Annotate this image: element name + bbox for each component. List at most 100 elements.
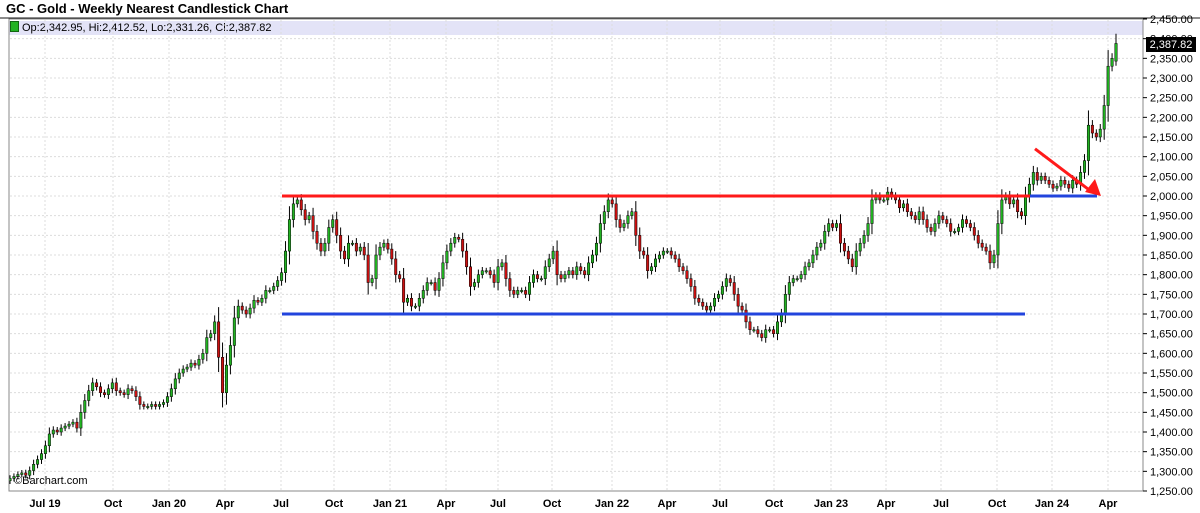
candle	[488, 266, 492, 279]
y-tick-label: 1,700.00	[1150, 309, 1193, 321]
candle	[622, 219, 626, 232]
candle	[650, 263, 654, 275]
candle	[32, 459, 36, 476]
candle	[913, 211, 917, 224]
candle	[512, 286, 516, 299]
candle	[1043, 172, 1047, 185]
candle	[630, 207, 634, 220]
candle	[524, 286, 528, 299]
x-tick-label: Apr	[216, 498, 236, 510]
candle	[728, 274, 732, 287]
x-tick-label: Oct	[325, 498, 344, 510]
candle	[1039, 172, 1043, 185]
candle	[740, 302, 744, 314]
candle	[370, 274, 374, 287]
candle	[799, 270, 803, 283]
candle	[303, 203, 307, 226]
y-tick-label: 2,300.00	[1150, 73, 1193, 85]
candle	[47, 427, 51, 453]
candle	[594, 236, 598, 262]
candle	[118, 387, 122, 396]
candle	[205, 329, 209, 362]
candle	[248, 303, 252, 319]
candle	[1090, 120, 1094, 139]
candle	[319, 238, 323, 257]
candle	[964, 215, 968, 228]
candle	[71, 419, 75, 428]
candle	[106, 384, 110, 400]
candle	[169, 383, 173, 402]
candle	[417, 293, 421, 312]
candle	[807, 259, 811, 271]
candle	[795, 275, 799, 282]
candle	[657, 251, 661, 263]
candle	[213, 315, 217, 341]
y-tick-label: 1,350.00	[1150, 447, 1193, 459]
candle	[264, 285, 268, 304]
candle	[1079, 165, 1083, 191]
candle	[681, 263, 685, 275]
candle	[701, 298, 705, 310]
candle	[815, 242, 819, 261]
candle	[819, 239, 823, 251]
candle	[937, 210, 941, 229]
candle	[917, 206, 921, 225]
candle	[1020, 207, 1024, 220]
candle	[689, 273, 693, 292]
candle	[661, 247, 665, 259]
x-tick-label: Jul	[933, 498, 949, 510]
y-axis: 2,450.002,400.002,350.002,300.002,250.00…	[1143, 14, 1193, 498]
candle	[272, 282, 276, 295]
candle	[138, 391, 142, 410]
candle	[307, 211, 311, 224]
candle	[992, 249, 996, 268]
candle	[890, 188, 894, 200]
candle	[99, 382, 102, 398]
candle	[291, 196, 295, 228]
candle	[953, 228, 957, 235]
candle	[756, 325, 760, 338]
candle	[287, 206, 291, 265]
candle	[752, 326, 756, 333]
candle	[386, 238, 390, 254]
candle	[673, 251, 677, 263]
candle	[472, 278, 476, 291]
candle	[67, 421, 71, 430]
candle	[228, 336, 232, 375]
candle	[598, 214, 602, 253]
candle	[154, 401, 158, 410]
candle	[146, 403, 150, 410]
candle	[1008, 190, 1012, 209]
candle	[508, 272, 512, 297]
candle	[1024, 186, 1027, 225]
candle	[256, 297, 260, 306]
candle	[787, 276, 791, 301]
x-tick-label: Jul	[490, 498, 506, 510]
candle	[189, 359, 193, 371]
candle	[579, 263, 583, 275]
candle	[358, 243, 362, 255]
candle	[583, 266, 587, 279]
candle	[209, 329, 213, 342]
y-tick-label: 1,250.00	[1150, 486, 1193, 498]
candle	[374, 244, 378, 290]
y-tick-label: 1,950.00	[1150, 211, 1193, 223]
candle	[587, 256, 591, 282]
candle	[831, 219, 835, 232]
candle	[87, 384, 91, 407]
candle	[744, 303, 748, 329]
candle	[768, 326, 772, 333]
candle	[1086, 110, 1090, 176]
candle	[433, 277, 437, 296]
candle	[898, 194, 901, 213]
candle	[709, 302, 713, 314]
candle	[823, 224, 827, 250]
candlestick-chart[interactable]: 2,450.002,400.002,350.002,300.002,250.00…	[0, 0, 1200, 513]
candle	[63, 423, 67, 432]
candle	[193, 360, 197, 369]
candle	[980, 239, 984, 251]
candle	[339, 227, 343, 259]
candle	[732, 276, 736, 301]
candle	[972, 222, 976, 241]
x-tick-label: Jan 20	[152, 498, 186, 510]
